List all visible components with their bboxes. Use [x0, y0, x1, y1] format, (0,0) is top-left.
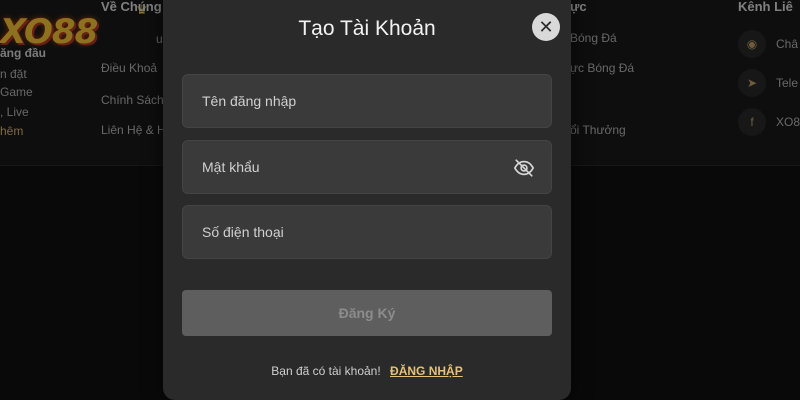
- modal-title: Tạo Tài Khoản: [298, 17, 436, 40]
- password-field[interactable]: [182, 140, 552, 194]
- register-button[interactable]: Đăng Ký: [182, 290, 552, 336]
- password-input[interactable]: [200, 158, 534, 176]
- login-prompt-text: Bạn đã có tài khoản!: [271, 364, 381, 378]
- register-modal: Tạo Tài Khoản ✕ Đăng Ký Bạn đã có tài kh…: [163, 0, 571, 400]
- eye-slash-icon[interactable]: [513, 157, 535, 179]
- phone-field[interactable]: [182, 205, 552, 259]
- phone-input[interactable]: [200, 223, 534, 241]
- login-prompt: Bạn đã có tài khoản! ĐĂNG NHẬP: [163, 364, 571, 378]
- close-icon: ✕: [538, 16, 554, 37]
- username-input[interactable]: [200, 92, 534, 110]
- close-button[interactable]: ✕: [532, 13, 560, 41]
- login-link[interactable]: ĐĂNG NHẬP: [390, 364, 463, 378]
- username-field[interactable]: [182, 74, 552, 128]
